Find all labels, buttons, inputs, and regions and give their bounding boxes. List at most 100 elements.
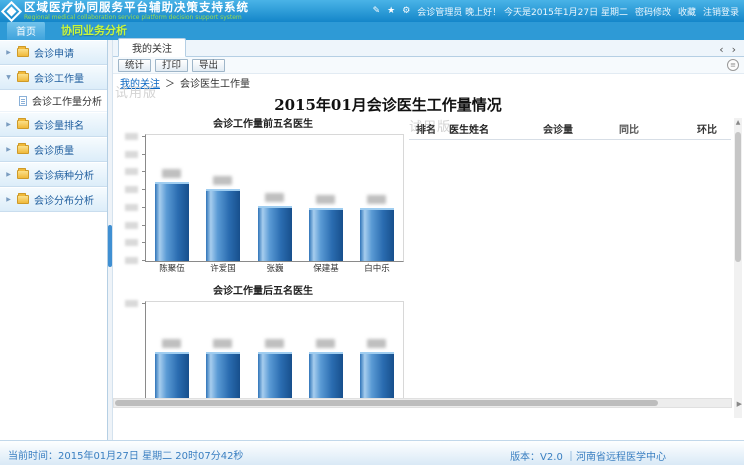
tab-scroll-right-icon[interactable]: › (732, 43, 736, 56)
chart-plot-area: 陈聚伍许爱国张巍保建基白中乐 (145, 134, 404, 262)
chevron-down-icon: ▼ (5, 74, 12, 81)
bar-item-3 (258, 352, 292, 398)
y-axis-tick (142, 260, 146, 261)
app-window: 区域医疗协同服务平台辅助决策支持系统 Regional medical coll… (0, 0, 744, 465)
x-axis-label: 白中乐 (351, 262, 403, 274)
bar-value-label-blurred (213, 339, 232, 348)
gear-icon[interactable]: ⚙ (402, 6, 410, 16)
sidebar-item-consult-apply[interactable]: ▶ 会诊申请 (0, 40, 107, 65)
bar-item-2 (206, 352, 240, 398)
page-title: 2015年01月会诊医生工作量情况 (133, 94, 643, 115)
y-axis-label-blurred (125, 257, 138, 264)
bar-保建基 (309, 208, 343, 261)
edit-icon[interactable]: ✎ (373, 6, 381, 16)
chevron-right-icon: ▶ (5, 171, 12, 178)
sidebar-subitem-workload-analysis[interactable]: 会诊工作量分析 (0, 90, 107, 112)
splitter-collapse-handle[interactable] (108, 225, 112, 267)
favorite-link[interactable]: 收藏 (678, 5, 696, 18)
sidebar: ▶ 会诊申请 ▼ 会诊工作量 会诊工作量分析 ▶ 会诊量排名 ▶ 会诊 (0, 40, 108, 440)
doctor-workload-table: 排名 医生姓名 会诊量 同比 环比 (409, 118, 731, 140)
vertical-scrollbar[interactable]: ▲ (734, 118, 742, 418)
main-panel: 我的关注 ‹ › 统计 打印 导出 ≡ 我的关注 ＞ 会诊医生工作量 试用版 试… (113, 40, 744, 440)
sidebar-item-consult-workload[interactable]: ▼ 会诊工作量 (0, 65, 107, 90)
tab-my-focus[interactable]: 我的关注 (118, 38, 186, 57)
app-title: 区域医疗协同服务平台辅助决策支持系统 (24, 2, 261, 14)
sidebar-item-distribution-analysis[interactable]: ▶ 会诊分布分析 (0, 187, 107, 212)
bar-value-label-blurred (316, 195, 335, 204)
header-doctor-name: 医生姓名 (443, 121, 519, 136)
export-button[interactable]: 导出 (192, 59, 225, 72)
chart-top-five-doctors: 会诊工作量前五名医生 陈聚伍许爱国张巍保建基白中乐 (119, 118, 407, 288)
bar-张巍 (258, 206, 292, 261)
logout-link[interactable]: 注销登录 (703, 5, 739, 18)
breadcrumb-link[interactable]: 我的关注 (120, 75, 160, 90)
y-axis-label-blurred (125, 168, 138, 175)
folder-icon (17, 170, 29, 179)
document-icon (19, 96, 27, 106)
y-axis-label-blurred (125, 300, 138, 307)
y-axis-label-blurred (125, 133, 138, 140)
y-axis-label-blurred (125, 239, 138, 246)
print-button[interactable]: 打印 (155, 59, 188, 72)
bar-value-label-blurred (265, 193, 284, 202)
chart-bottom-five-doctors: 会诊工作量后五名医生 (119, 285, 407, 398)
panel-menu-icon[interactable]: ≡ (727, 59, 739, 71)
chevron-right-icon: ▶ (5, 121, 12, 128)
sidebar-item-label: 会诊分布分析 (34, 192, 94, 207)
current-time-text: 当前时间：2015年01月27日 星期二 20时07分42秒 (8, 447, 243, 462)
statistics-button[interactable]: 统计 (118, 59, 151, 72)
nav-tab-business-analysis[interactable]: 协同业务分析 (57, 20, 131, 40)
tab-scroll-left-icon[interactable]: ‹ (719, 43, 723, 56)
bar-value-label-blurred (316, 339, 335, 348)
status-bar: 当前时间：2015年01月27日 星期二 20时07分42秒 版本：V2.0 ｜… (0, 440, 744, 465)
sidebar-item-consult-quality[interactable]: ▶ 会诊质量 (0, 137, 107, 162)
sidebar-subitem-label: 会诊工作量分析 (32, 93, 102, 108)
y-axis-tick (142, 189, 146, 190)
scroll-up-icon[interactable]: ▲ (734, 118, 742, 128)
folder-icon (17, 145, 29, 154)
bar-陈聚伍 (155, 182, 189, 261)
bar-item-1 (155, 352, 189, 398)
horizontal-scrollbar-thumb[interactable] (115, 400, 658, 406)
sidebar-item-label: 会诊工作量 (34, 70, 84, 85)
bar-value-label-blurred (162, 169, 181, 178)
star-icon[interactable]: ★ (387, 6, 395, 16)
y-axis-tick (142, 225, 146, 226)
header-mom: 环比 (661, 121, 717, 136)
x-axis-label: 许爱国 (197, 262, 249, 274)
y-axis-tick (142, 171, 146, 172)
report-canvas: 试用版 试用版 2015年01月会诊医生工作量情况 会诊工作量前五名医生 陈聚伍… (113, 90, 744, 440)
scroll-right-icon[interactable]: ▶ (737, 400, 742, 408)
header-volume: 会诊量 (519, 121, 597, 136)
header-yoy: 同比 (597, 121, 661, 136)
y-axis-label-blurred (125, 222, 138, 229)
bar-白中乐 (360, 208, 394, 261)
change-password-link[interactable]: 密码修改 (635, 5, 671, 18)
y-axis-tick (142, 154, 146, 155)
chevron-right-icon: ▶ (5, 196, 12, 203)
sidebar-item-disease-analysis[interactable]: ▶ 会诊病种分析 (0, 162, 107, 187)
sidebar-item-label: 会诊量排名 (34, 117, 84, 132)
sidebar-item-consult-ranking[interactable]: ▶ 会诊量排名 (0, 112, 107, 137)
vertical-scrollbar-thumb[interactable] (735, 132, 741, 262)
folder-icon (17, 195, 29, 204)
folder-open-icon (17, 73, 29, 82)
chart-title: 会诊工作量后五名医生 (119, 285, 407, 301)
y-axis-tick (142, 207, 146, 208)
y-axis-label-blurred (125, 186, 138, 193)
x-axis-label: 张巍 (249, 262, 301, 274)
bar-value-label-blurred (213, 176, 232, 185)
main-nav: 首页 协同业务分析 (0, 22, 744, 40)
sidebar-item-label: 会诊病种分析 (34, 167, 94, 182)
horizontal-scrollbar[interactable]: ▶ (113, 398, 732, 408)
folder-icon (17, 48, 29, 57)
sidebar-item-label: 会诊申请 (34, 45, 74, 60)
y-axis-tick (142, 136, 146, 137)
y-axis-tick (142, 242, 146, 243)
table-header-row: 排名 医生姓名 会诊量 同比 环比 (409, 118, 731, 140)
nav-tab-home[interactable]: 首页 (7, 21, 45, 40)
x-axis-label: 保建基 (300, 262, 352, 274)
bar-value-label-blurred (367, 195, 386, 204)
breadcrumb-current: 会诊医生工作量 (180, 75, 250, 90)
chart-plot-area (145, 301, 404, 398)
